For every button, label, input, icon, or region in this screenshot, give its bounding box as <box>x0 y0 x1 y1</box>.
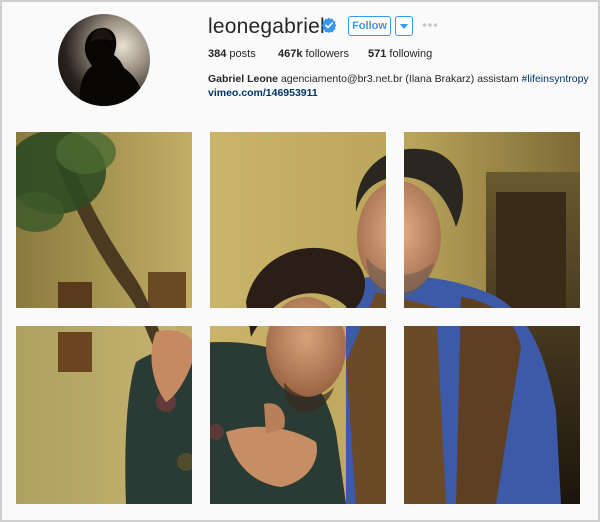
stat-followers[interactable]: 467k followers <box>278 48 349 60</box>
grid-gutter-horizontal <box>16 308 580 326</box>
posts-count: 384 <box>208 48 227 60</box>
post-tile-3[interactable] <box>404 132 580 308</box>
profile-username: leonegabriel <box>208 15 325 38</box>
post-tile-5[interactable] <box>210 326 386 504</box>
post-tile-1[interactable] <box>16 132 192 308</box>
profile-bio: Gabriel Leone agenciamento@br3.net.br (I… <box>208 73 589 85</box>
following-count: 571 <box>368 48 387 60</box>
bio-text: agenciamento@br3.net.br (Ilana Brakarz) … <box>278 73 522 85</box>
posts-label: posts <box>229 48 256 60</box>
suggestions-dropdown-button[interactable] <box>395 16 413 36</box>
profile-avatar[interactable] <box>58 14 150 106</box>
post-tile-4[interactable] <box>16 326 192 504</box>
post-tile-2[interactable] <box>210 132 386 308</box>
profile-header: leonegabriel Follow 384 posts 467k follo… <box>2 2 598 130</box>
stat-posts: 384 posts <box>208 48 256 60</box>
post-tile-6[interactable] <box>404 326 580 504</box>
avatar-silhouette <box>79 27 144 106</box>
verified-badge-icon <box>321 17 337 33</box>
chevron-down-icon <box>400 24 408 29</box>
following-label: following <box>389 48 433 60</box>
followers-label: followers <box>305 48 349 60</box>
posts-grid <box>16 132 580 504</box>
follow-button[interactable]: Follow <box>348 16 391 36</box>
bio-hashtag-link[interactable]: #lifeinsyntropy <box>522 73 589 85</box>
followers-count: 467k <box>278 48 303 60</box>
bio-full-name: Gabriel Leone <box>208 73 279 85</box>
profile-page: leonegabriel Follow 384 posts 467k follo… <box>0 0 600 522</box>
more-options-icon[interactable] <box>422 20 438 30</box>
bio-website-link[interactable]: vimeo.com/146953911 <box>208 87 318 99</box>
stat-following[interactable]: 571 following <box>368 48 432 60</box>
